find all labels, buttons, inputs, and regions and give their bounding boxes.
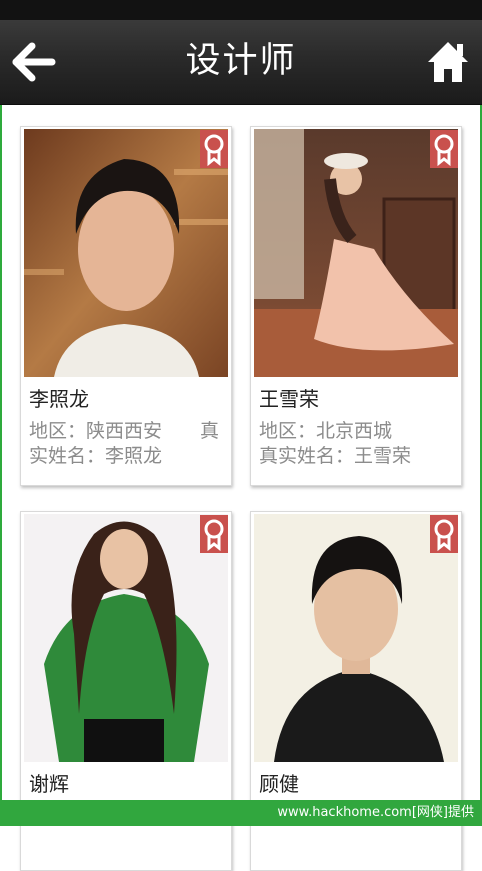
designer-realname: 实姓名：李照龙 — [29, 445, 163, 467]
app-header: 设计师 — [0, 20, 482, 105]
home-button[interactable] — [426, 38, 470, 84]
designer-photo — [24, 514, 228, 762]
designer-realname: 真实姓名：王雪荣 — [259, 445, 412, 467]
watermark-text: www.hackhome.com[网侠]提供 — [277, 805, 474, 820]
designer-grid: 李照龙 地区：陕西西安 真 实姓名：李照龙 王雪荣 地区：北京西城 真实姓名：王… — [0, 105, 482, 871]
designer-name: 李照龙 — [29, 387, 89, 411]
designer-name: 王雪荣 — [259, 387, 319, 411]
designer-info: 地区：陕西西安 真 实姓名：李照龙 — [29, 419, 225, 469]
status-bar — [0, 0, 482, 20]
designer-name: 谢辉 — [29, 772, 69, 796]
ribbon-award-icon — [200, 130, 228, 168]
ribbon-award-icon — [430, 515, 458, 553]
home-icon — [428, 42, 468, 82]
designer-region: 地区：北京西城 — [259, 420, 393, 442]
ribbon-award-icon — [200, 515, 228, 553]
designer-name: 顾健 — [259, 772, 299, 796]
page-title: 设计师 — [185, 41, 297, 81]
designer-photo — [254, 129, 458, 377]
designer-card[interactable]: 王雪荣 地区：北京西城 真实姓名：王雪荣 — [250, 126, 462, 486]
designer-region: 地区：陕西西安 真 — [29, 420, 220, 442]
designer-photo — [254, 514, 458, 762]
ribbon-award-icon — [430, 130, 458, 168]
designer-card[interactable]: 李照龙 地区：陕西西安 真 实姓名：李照龙 — [20, 126, 232, 486]
designer-info: 地区：北京西城 真实姓名：王雪荣 — [259, 419, 455, 469]
designer-photo — [24, 129, 228, 377]
